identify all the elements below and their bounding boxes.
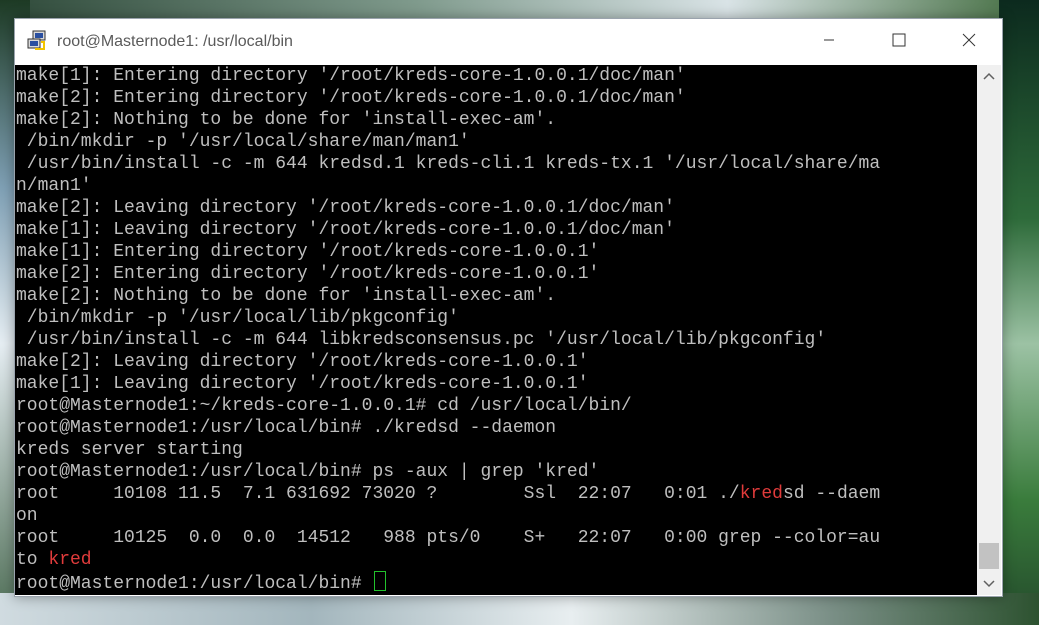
terminal-line: kreds server starting <box>16 440 243 460</box>
minimize-button[interactable] <box>806 19 852 65</box>
terminal-line: root@Masternode1:/usr/local/bin# ./kreds… <box>16 418 557 438</box>
terminal-line: /usr/bin/install -c -m 644 libkredsconse… <box>16 330 827 350</box>
maximize-button[interactable] <box>876 19 922 65</box>
ps-row-text: to <box>16 550 49 570</box>
terminal-line: make[2]: Entering directory '/root/kreds… <box>16 88 686 108</box>
ps-output-row-wrap: to kred <box>15 549 977 571</box>
scroll-down-button[interactable] <box>977 573 1001 595</box>
desktop-wallpaper-right <box>999 0 1039 625</box>
ps-output-row: root 10125 0.0 0.0 14512 988 pts/0 S+ 22… <box>16 528 881 548</box>
terminal-line: make[2]: Nothing to be done for 'install… <box>16 110 557 130</box>
terminal-line: /bin/mkdir -p '/usr/local/share/man/man1… <box>16 132 470 152</box>
scrollbar-thumb[interactable] <box>979 543 999 569</box>
terminal-output[interactable]: make[1]: Entering directory '/root/kreds… <box>15 65 977 595</box>
terminal-line: /usr/bin/install -c -m 644 kredsd.1 kred… <box>16 154 881 174</box>
vertical-scrollbar[interactable] <box>977 65 1001 595</box>
text-cursor[interactable] <box>374 571 387 591</box>
minimize-icon <box>823 33 835 51</box>
window-title: root@Masternode1: /usr/local/bin <box>57 33 293 50</box>
close-icon <box>962 33 976 52</box>
command-prompt-line[interactable]: root@Masternode1:/usr/local/bin# <box>15 571 977 594</box>
ps-row-text: root 10108 11.5 7.1 631692 73020 ? Ssl 2… <box>16 484 740 504</box>
ps-row-text: sd --daem <box>782 484 881 504</box>
putty-window: root@Masternode1: /usr/local/bin make[1]… <box>14 18 1003 597</box>
terminal-line: make[2]: Leaving directory '/root/kreds-… <box>16 198 675 218</box>
ps-output-row: root 10108 11.5 7.1 631692 73020 ? Ssl 2… <box>15 483 977 505</box>
shell-prompt: root@Masternode1:/usr/local/bin# <box>16 574 373 594</box>
desktop-wallpaper-bottom <box>0 593 1039 625</box>
terminal-line: make[2]: Entering directory '/root/kreds… <box>16 264 600 284</box>
terminal-line: make[2]: Leaving directory '/root/kreds-… <box>16 352 589 372</box>
scroll-up-button[interactable] <box>977 65 1001 87</box>
terminal-line: make[1]: Leaving directory '/root/kreds-… <box>16 374 589 394</box>
terminal-line: make[1]: Leaving directory '/root/kreds-… <box>16 220 675 240</box>
terminal-line: on <box>16 506 38 526</box>
terminal-line: n/man1' <box>16 176 92 196</box>
terminal-line: make[2]: Nothing to be done for 'install… <box>16 286 557 306</box>
grep-match: kred <box>739 484 783 504</box>
grep-match: kred <box>48 550 92 570</box>
chevron-up-icon <box>983 69 995 83</box>
chevron-down-icon <box>983 577 995 591</box>
terminal-line: /bin/mkdir -p '/usr/local/lib/pkgconfig' <box>16 308 459 328</box>
terminal-line: make[1]: Entering directory '/root/kreds… <box>16 66 686 86</box>
close-button[interactable] <box>946 19 992 65</box>
terminal-line: make[1]: Entering directory '/root/kreds… <box>16 242 600 262</box>
terminal-line: root@Masternode1:/usr/local/bin# ps -aux… <box>16 462 600 482</box>
terminal-line: root@Masternode1:~/kreds-core-1.0.0.1# c… <box>16 396 632 416</box>
putty-app-icon[interactable] <box>27 30 47 52</box>
title-bar[interactable]: root@Masternode1: /usr/local/bin <box>15 19 1002 65</box>
maximize-icon <box>892 33 906 52</box>
